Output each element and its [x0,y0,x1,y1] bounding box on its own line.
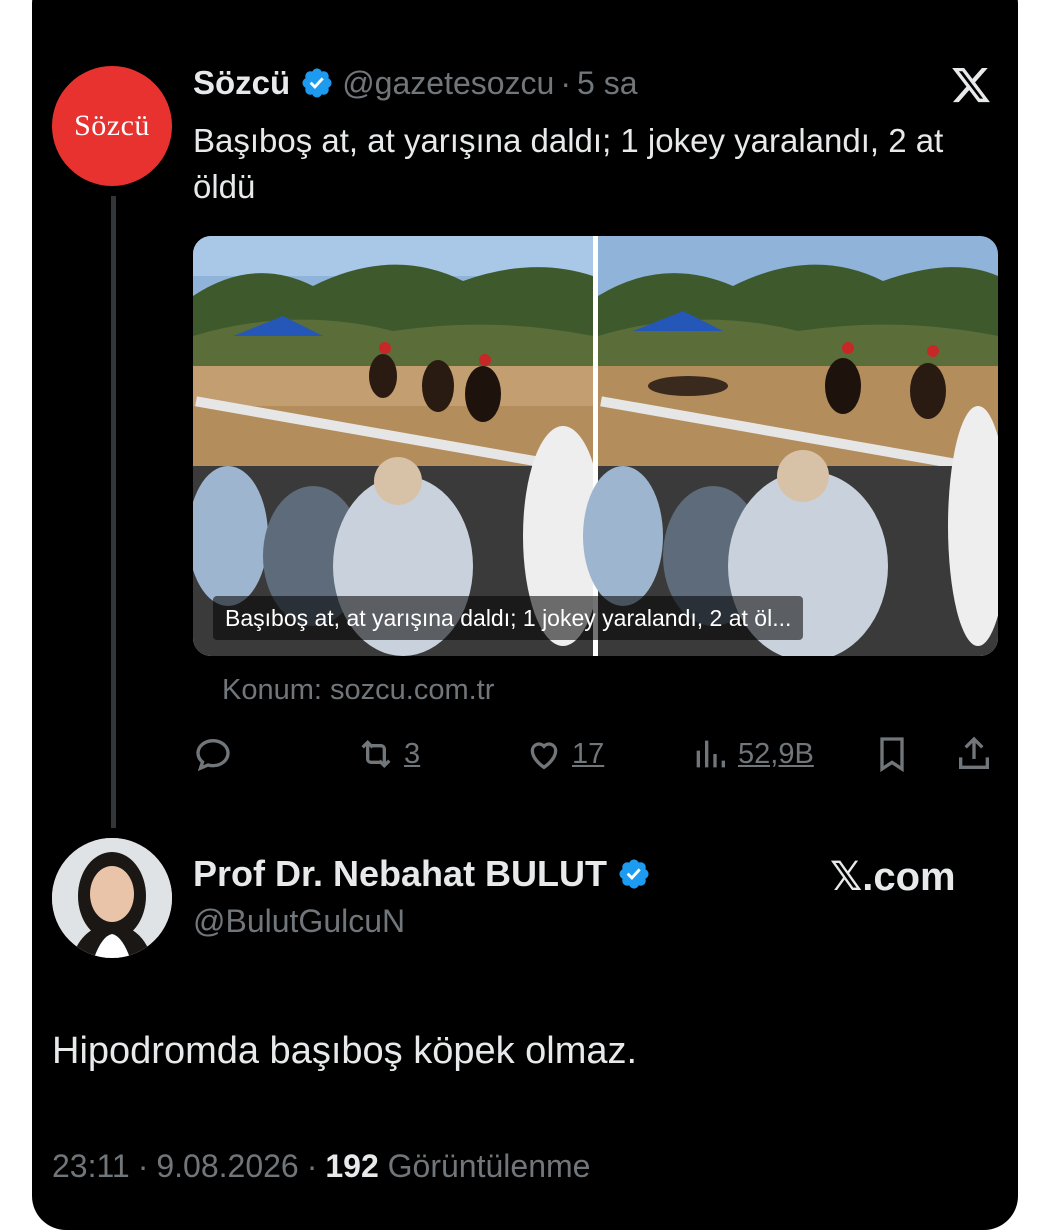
media-caption: Başıboş at, at yarışına daldı; 1 jokey y… [213,596,804,640]
reply-button[interactable] [193,734,233,774]
sozcu-avatar[interactable]: Sözcü [52,66,172,186]
reply-handle[interactable]: @BulutGulcuN [193,903,405,940]
views-chart-icon [696,740,725,768]
reply-header: Prof Dr. Nebahat BULUT [193,853,659,895]
profile-photo [52,838,172,958]
footer-time[interactable]: 23:11 [52,1148,130,1184]
heart-icon [530,742,558,770]
bookmark-icon [880,737,904,773]
x-logo-icon[interactable] [948,64,994,106]
views-button[interactable]: 52,9B [690,734,814,774]
footer-views-number: 192 [325,1148,379,1184]
tweet-media-video[interactable] [193,236,998,656]
reply-icon [196,738,230,772]
original-time[interactable]: 5 sa [577,65,637,101]
original-tweet-header: Sözcü @gazetesozcu · 5 sa [193,64,638,102]
sozcu-avatar-logo: Sözcü [74,109,150,142]
share-button[interactable] [954,734,994,774]
retweet-icon [361,739,391,769]
thread-line [111,196,116,828]
xcom-watermark: 𝕏.com [830,855,956,899]
verified-badge-icon [619,859,649,889]
retweet-count: 3 [404,737,421,770]
like-count: 17 [572,737,605,770]
share-icon [959,736,989,769]
retweet-button[interactable]: 3 [356,734,420,774]
original-handle[interactable]: @gazetesozcu [342,65,554,101]
like-button[interactable]: 17 [524,734,604,774]
bookmark-button[interactable] [872,734,912,774]
original-display-name[interactable]: Sözcü [193,64,290,102]
location-link[interactable]: Konum: sozcu.com.tr [222,674,494,707]
original-tweet-text: Başıboş at, at yarışına daldı; 1 jokey y… [193,122,944,205]
reply-display-name[interactable]: Prof Dr. Nebahat BULUT [193,853,607,895]
verified-badge-icon [302,68,332,98]
footer-views-label: Görüntülenme [387,1148,591,1184]
reply-tweet-text: Hipodromda başıboş köpek olmaz. [52,1030,638,1072]
race-photo-collage [193,236,998,656]
reply-footer: 23:11 · 9.08.2026 · 192 Görüntülenme [52,1148,591,1184]
profile-avatar[interactable] [52,838,172,958]
views-count: 52,9B [738,737,814,770]
footer-date[interactable]: 9.08.2026 [156,1148,298,1184]
